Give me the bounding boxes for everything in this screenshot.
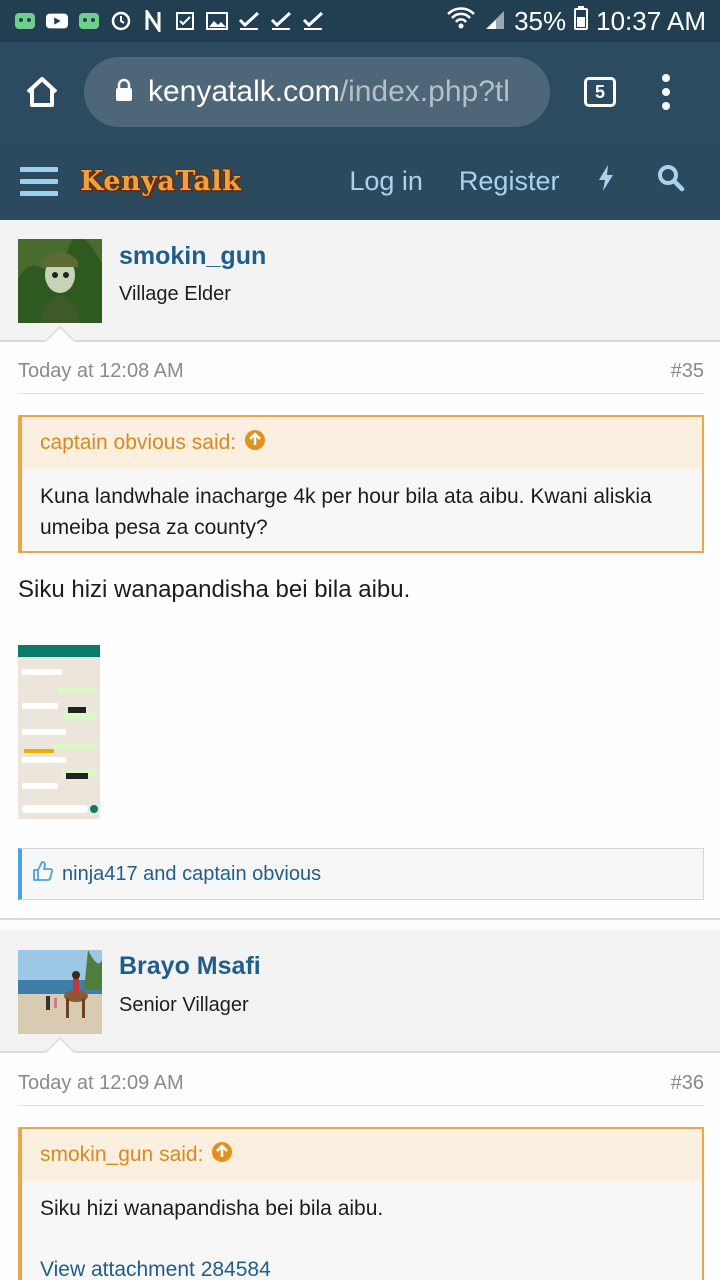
dot-icon	[662, 102, 670, 110]
android-icon	[78, 11, 100, 31]
avatar[interactable]	[18, 239, 102, 323]
dot-icon	[662, 88, 670, 96]
login-link[interactable]: Log in	[349, 166, 423, 197]
caret-up-icon	[44, 1037, 76, 1053]
check-icon	[238, 11, 260, 31]
post-number[interactable]: #36	[671, 1072, 704, 1095]
address-bar[interactable]: kenyatalk.com/index.php?tl	[84, 57, 550, 127]
image-icon	[206, 11, 228, 31]
caret-up-icon	[44, 326, 76, 342]
username[interactable]: smokin_gun	[119, 242, 266, 271]
likes-bar: ninja417 and captain obvious	[18, 848, 704, 900]
post-user-block: Brayo Msafi Senior Villager	[0, 930, 720, 1053]
tab-switcher-button[interactable]: 5	[584, 77, 616, 107]
post-time[interactable]: Today at 12:08 AM	[18, 360, 184, 383]
quote-author[interactable]: captain obvious said:	[40, 431, 236, 455]
user-title: Senior Villager	[119, 994, 249, 1016]
post-divider	[0, 918, 720, 930]
arrow-up-circle-icon[interactable]	[211, 1141, 233, 1169]
user-title: Village Elder	[119, 283, 231, 305]
hamburger-menu-icon[interactable]	[20, 166, 58, 196]
checkbox-icon	[174, 11, 196, 31]
overflow-menu-button[interactable]	[656, 74, 676, 110]
url-path: /index.php?tl	[339, 75, 510, 108]
battery-icon	[574, 5, 589, 37]
status-bar: 35% 10:37 AM	[0, 0, 720, 42]
youtube-icon	[46, 11, 68, 31]
clock: 10:37 AM	[596, 5, 706, 36]
check-icon	[270, 11, 292, 31]
post-meta: Today at 12:09 AM #36	[18, 1072, 704, 1106]
attachment-link[interactable]: View attachment 284584	[40, 1254, 684, 1280]
search-icon[interactable]	[657, 164, 685, 199]
avatar[interactable]	[18, 950, 102, 1034]
home-button[interactable]	[0, 42, 84, 142]
quote-header[interactable]: captain obvious said:	[22, 417, 702, 469]
arrow-up-circle-icon[interactable]	[244, 429, 266, 457]
register-link[interactable]: Register	[459, 166, 560, 197]
likes-text[interactable]: ninja417 and captain obvious	[62, 863, 321, 886]
browser-toolbar: kenyatalk.com/index.php?tl 5	[0, 42, 720, 142]
post-time[interactable]: Today at 12:09 AM	[18, 1072, 184, 1095]
quote-block: captain obvious said: Kuna landwhale ina…	[18, 415, 704, 553]
signal-icon	[484, 6, 506, 37]
quote-header[interactable]: smokin_gun said:	[22, 1129, 702, 1181]
post-body-text: Siku hizi wanapandisha bei bila aibu.	[18, 576, 411, 603]
quote-text: Siku hizi wanapandisha bei bila aibu.	[40, 1197, 384, 1220]
n-icon	[142, 10, 164, 32]
post-number[interactable]: #35	[671, 360, 704, 383]
attachment-thumbnail[interactable]	[18, 645, 100, 819]
battery-percent: 35%	[514, 5, 567, 36]
check-icon	[302, 11, 324, 31]
quote-text: Kuna landwhale inacharge 4k per hour bil…	[40, 485, 652, 539]
site-header: KenyaTalk Log in Register	[0, 142, 720, 220]
android-icon	[14, 11, 36, 31]
site-logo[interactable]: KenyaTalk	[80, 166, 241, 197]
home-icon	[26, 77, 58, 107]
sync-icon	[110, 11, 132, 31]
wifi-icon	[446, 6, 476, 37]
quote-author[interactable]: smokin_gun said:	[40, 1143, 203, 1167]
quote-block: smokin_gun said: Siku hizi wanapandisha …	[18, 1127, 704, 1280]
lock-icon	[114, 78, 134, 107]
dot-icon	[662, 74, 670, 82]
thumbs-up-icon	[32, 860, 54, 888]
post-user-block: smokin_gun Village Elder	[0, 220, 720, 342]
post-meta: Today at 12:08 AM #35	[18, 360, 704, 394]
url-host: kenyatalk.com	[148, 75, 340, 108]
lightning-icon[interactable]	[597, 164, 615, 199]
quote-body: Siku hizi wanapandisha bei bila aibu. Vi…	[22, 1181, 702, 1280]
username[interactable]: Brayo Msafi	[119, 952, 261, 981]
